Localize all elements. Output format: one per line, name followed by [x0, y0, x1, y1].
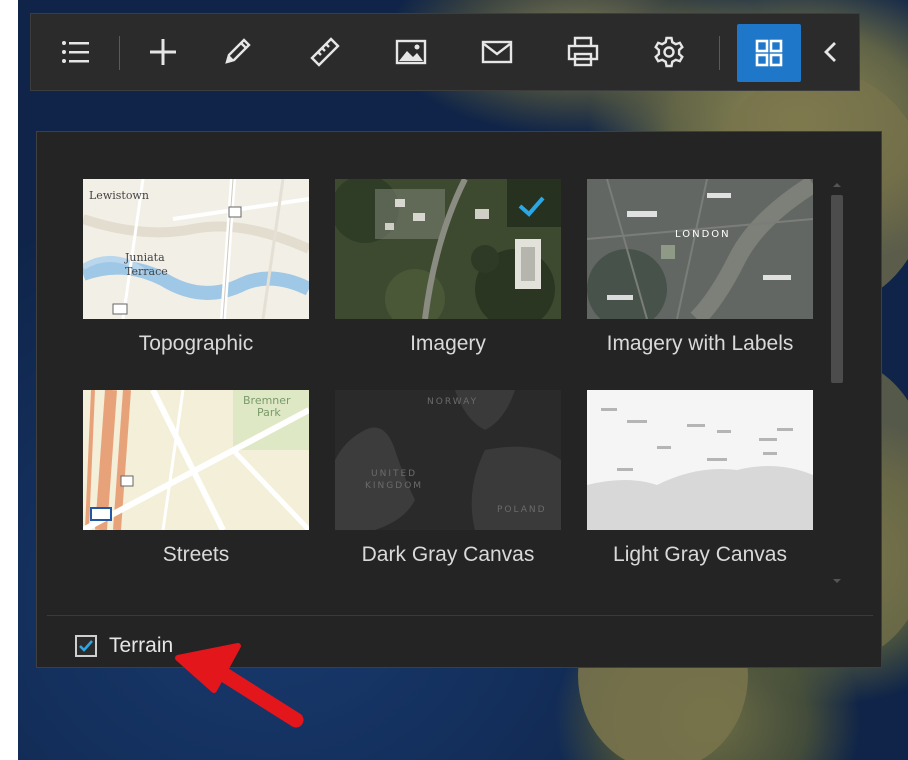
pencil-icon	[225, 38, 251, 64]
thumb-text: Juniata	[124, 251, 165, 264]
basemap-thumbnail: NORWAY UNITED KINGDOM POLAND	[335, 390, 561, 530]
share-button[interactable]	[467, 22, 527, 82]
basemap-label: Topographic	[138, 332, 254, 355]
terrain-checkbox[interactable]	[75, 635, 97, 657]
terrain-label: Terrain	[109, 634, 174, 657]
ruler-icon	[310, 37, 340, 67]
scroll-up-arrow[interactable]	[831, 180, 843, 190]
measure-button[interactable]	[295, 22, 355, 82]
basemap-label: Streets	[162, 543, 230, 566]
scroll-down-arrow[interactable]	[831, 576, 843, 586]
printer-icon	[567, 36, 599, 67]
map-toolbar	[30, 13, 860, 91]
basemap-label: Light Gray Canvas	[613, 543, 787, 566]
basemap-thumbnail	[335, 179, 561, 319]
basemap-label: Imagery with Labels	[606, 332, 794, 355]
basemap-gallery-button[interactable]	[737, 24, 801, 82]
panel-divider	[47, 615, 873, 616]
draw-button[interactable]	[207, 22, 267, 82]
terrain-option[interactable]: Terrain	[75, 629, 173, 663]
thumb-text: NORWAY	[427, 397, 478, 407]
basemap-gallery-panel: Lewistown Juniata Terrace Topographic Im…	[36, 131, 882, 668]
add-button[interactable]	[133, 22, 193, 82]
thumb-text: POLAND	[497, 505, 547, 515]
basemap-thumbnail: LONDON	[587, 179, 813, 319]
list-icon	[62, 41, 89, 63]
checkmark-icon	[79, 640, 93, 652]
print-button[interactable]	[553, 22, 613, 82]
thumb-text: UNITED	[371, 469, 417, 479]
image-icon	[395, 39, 427, 65]
layer-list-button[interactable]	[45, 22, 105, 82]
toolbar-separator	[119, 36, 120, 70]
collapse-toolbar-button[interactable]	[801, 22, 861, 82]
toolbar-separator	[719, 36, 720, 70]
grid-icon	[755, 39, 783, 67]
thumb-text: Park	[257, 406, 281, 419]
plus-icon	[150, 39, 176, 65]
gear-icon	[654, 36, 684, 68]
thumb-text: Terrace	[125, 265, 168, 278]
basemap-image-button[interactable]	[381, 22, 441, 82]
basemap-thumbnail	[587, 390, 813, 530]
thumb-text: KINGDOM	[365, 481, 423, 491]
scrollbar-thumb[interactable]	[831, 195, 843, 383]
basemap-thumbnail: Bremner Park	[83, 390, 309, 530]
thumb-text: LONDON	[675, 229, 731, 240]
thumb-text: Lewistown	[89, 189, 149, 202]
mail-icon	[481, 40, 513, 64]
chevron-left-icon	[824, 42, 836, 62]
basemap-thumbnail: Lewistown Juniata Terrace	[83, 179, 309, 319]
basemap-label: Imagery	[410, 332, 486, 355]
basemap-label: Dark Gray Canvas	[361, 543, 535, 566]
screenshot-stage: Lewistown Juniata Terrace Topographic Im…	[0, 0, 908, 760]
settings-button[interactable]	[639, 22, 699, 82]
